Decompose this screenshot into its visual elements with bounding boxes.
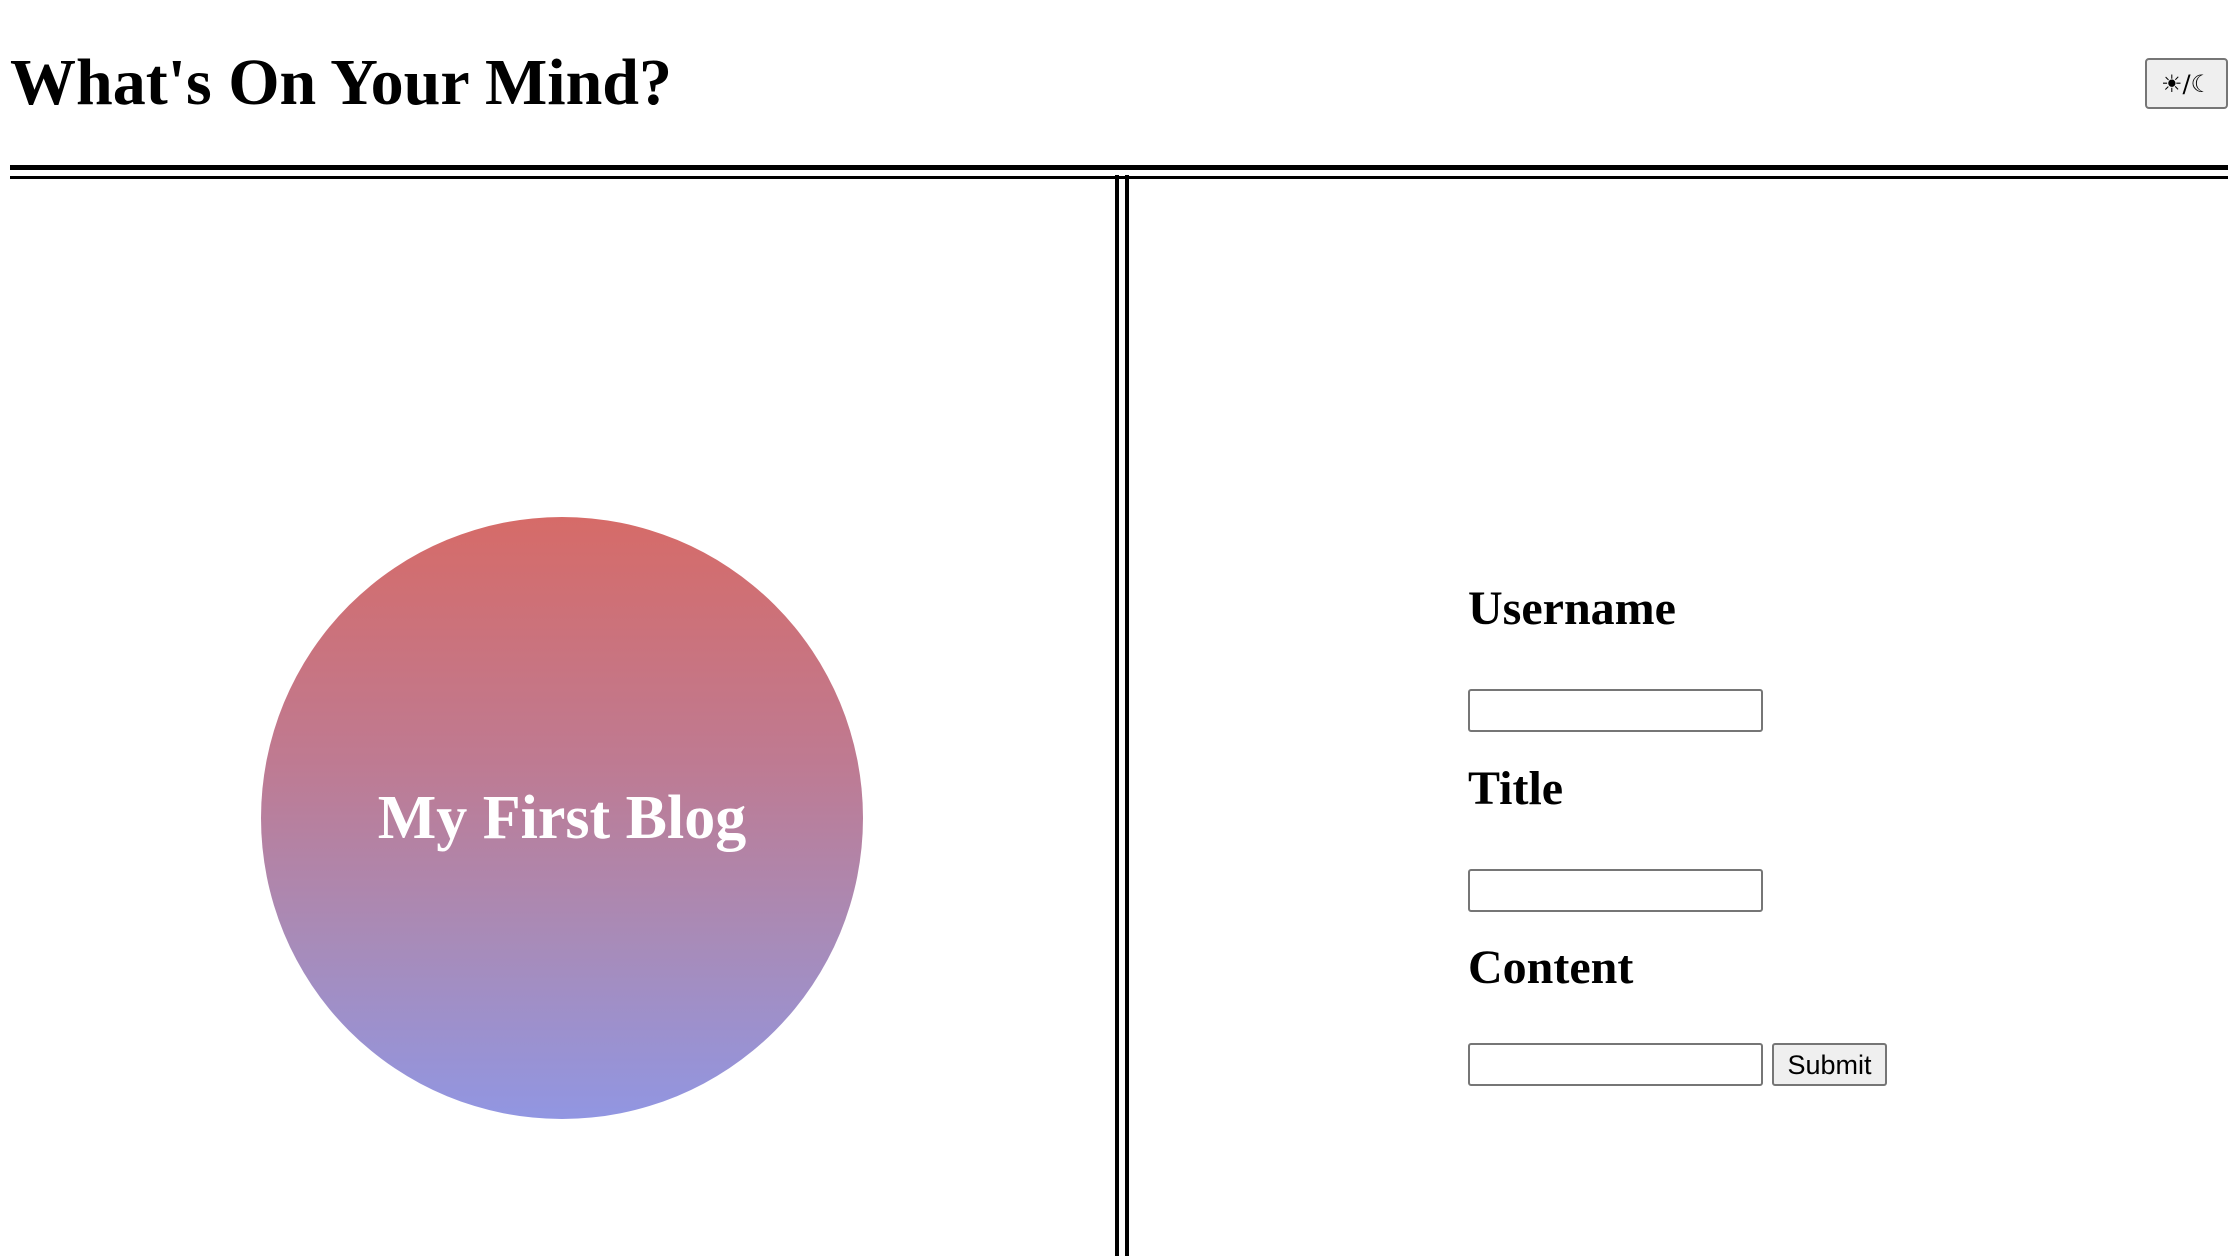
page-title: What's On Your Mind?: [10, 46, 672, 119]
page: What's On Your Mind? ☀/☾ My First Blog U…: [0, 0, 2232, 1256]
username-input[interactable]: [1468, 689, 1763, 732]
blog-title: My First Blog: [377, 783, 747, 852]
content-input[interactable]: [1468, 1043, 1763, 1086]
submit-button[interactable]: Submit: [1772, 1043, 1887, 1086]
username-label: Username: [1468, 582, 1676, 635]
title-input[interactable]: [1468, 869, 1763, 912]
post-form: Username Title Content Submit: [1468, 179, 2168, 1256]
title-label: Title: [1468, 762, 1564, 815]
blog-panel: My First Blog: [10, 179, 1115, 1256]
form-panel: Username Title Content Submit: [1129, 179, 2228, 1256]
theme-toggle-button[interactable]: ☀/☾: [2145, 58, 2228, 109]
content-label: Content: [1468, 941, 1634, 994]
blog-circle: My First Blog: [261, 517, 863, 1119]
panel-divider: [1115, 175, 1129, 1256]
header: What's On Your Mind? ☀/☾: [0, 0, 2232, 165]
